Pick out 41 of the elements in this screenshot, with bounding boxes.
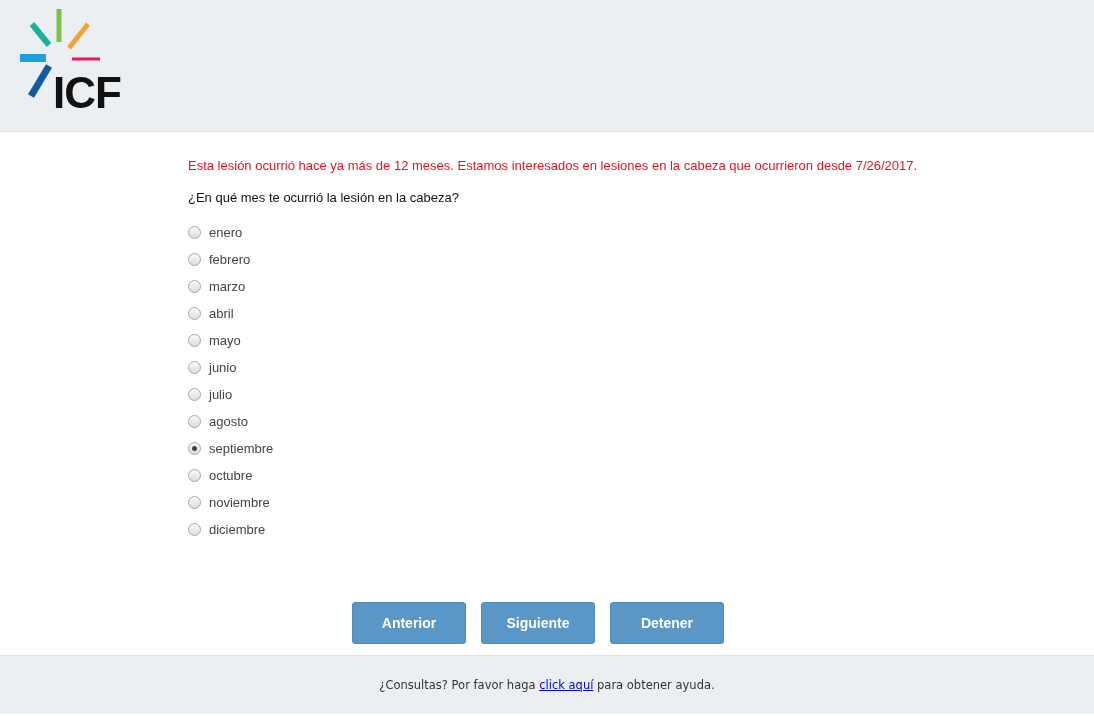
- month-option[interactable]: octubre: [188, 462, 1094, 489]
- question-text: ¿En qué mes te ocurrió la lesión en la cabeza?: [188, 189, 460, 207]
- option-label: octubre: [209, 468, 253, 483]
- option-label: mayo: [209, 333, 241, 348]
- month-option[interactable]: mayo: [188, 327, 1094, 354]
- month-option[interactable]: julio: [188, 381, 1094, 408]
- radio-button[interactable]: [188, 415, 201, 428]
- option-label: noviembre: [209, 495, 270, 510]
- radio-button[interactable]: [188, 442, 201, 455]
- month-option[interactable]: enero: [188, 219, 1094, 246]
- month-option[interactable]: noviembre: [188, 489, 1094, 516]
- option-label: febrero: [209, 252, 251, 267]
- month-option[interactable]: marzo: [188, 273, 1094, 300]
- option-label: junio: [209, 360, 237, 375]
- month-option[interactable]: septiembre: [188, 435, 1094, 462]
- help-text: ¿Consultas? Por favor haga click aquí para obtener ayuda.: [379, 678, 715, 692]
- option-label: agosto: [209, 414, 249, 429]
- warning-message: Esta lesión ocurrió hace ya más de 12 meses. Estamos interesados en lesiones en la cabeza que ocurrieron desde 7/26/2017.: [188, 157, 919, 175]
- month-option[interactable]: junio: [188, 354, 1094, 381]
- radio-button[interactable]: [188, 253, 201, 266]
- radio-button[interactable]: [188, 496, 201, 509]
- month-option[interactable]: febrero: [188, 246, 1094, 273]
- radio-button[interactable]: [188, 469, 201, 482]
- month-option[interactable]: agosto: [188, 408, 1094, 435]
- option-label: julio: [209, 387, 233, 402]
- help-link[interactable]: click aquí: [539, 678, 594, 692]
- logo-text: ICF: [53, 73, 121, 113]
- radio-button[interactable]: [188, 334, 201, 347]
- option-label: septiembre: [209, 441, 274, 456]
- radio-button[interactable]: [188, 388, 201, 401]
- radio-button[interactable]: [188, 280, 201, 293]
- option-label: enero: [209, 225, 243, 240]
- option-label: diciembre: [209, 522, 266, 537]
- month-option[interactable]: abril: [188, 300, 1094, 327]
- option-label: marzo: [209, 279, 246, 294]
- radio-button[interactable]: [188, 523, 201, 536]
- radio-button[interactable]: [188, 361, 201, 374]
- radio-button[interactable]: [188, 226, 201, 239]
- radio-button[interactable]: [188, 307, 201, 320]
- option-label: abril: [209, 306, 234, 321]
- month-option[interactable]: diciembre: [188, 516, 1094, 543]
